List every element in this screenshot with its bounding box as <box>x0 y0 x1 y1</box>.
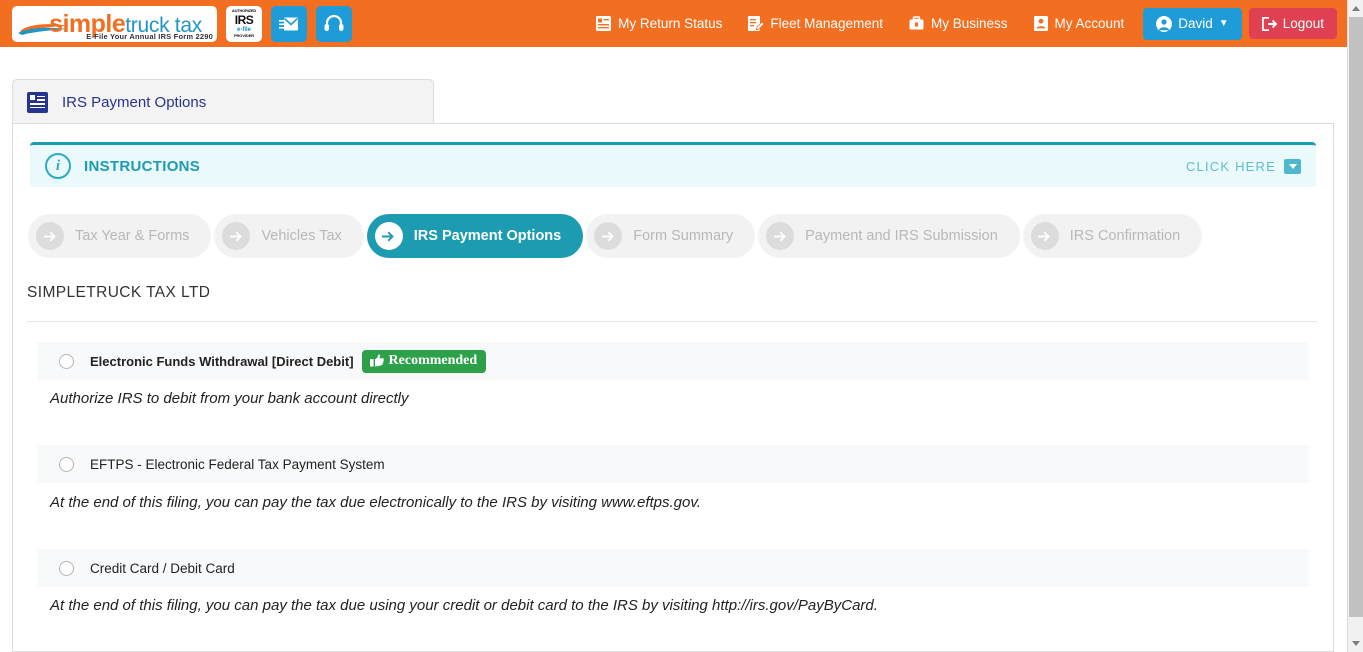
arrow-right-icon <box>766 222 795 250</box>
step-vehicles-tax[interactable]: Vehicles Tax <box>214 214 364 258</box>
info-icon: i <box>45 153 71 179</box>
nav-item-fleet-management[interactable]: Fleet Management <box>735 16 896 31</box>
nav-item-my-business[interactable]: My Business <box>896 16 1021 31</box>
arrow-right-icon <box>374 222 403 250</box>
step-label: Tax Year & Forms <box>75 228 190 244</box>
nav-label: My Account <box>1054 16 1125 31</box>
step-label: IRS Payment Options <box>413 228 562 244</box>
irs-badge-line4: PROVIDER <box>233 33 255 38</box>
document-list-icon <box>27 91 48 113</box>
instructions-title: INSTRUCTIONS <box>84 157 201 175</box>
logout-button[interactable]: Logout <box>1248 8 1337 39</box>
scroll-up-icon[interactable] <box>1348 0 1363 17</box>
top-navigation-bar: simpletruck tax E-File Your Annual IRS F… <box>0 0 1347 47</box>
arrow-right-icon <box>222 222 251 250</box>
chevron-down-icon[interactable] <box>1284 158 1301 174</box>
payment-option-label: EFTPS - Electronic Federal Tax Payment S… <box>90 456 385 472</box>
envelope-icon <box>279 17 299 30</box>
step-payment-and-irs-submission[interactable]: Payment and IRS Submission <box>758 214 1020 258</box>
list-card-icon <box>596 16 612 31</box>
headset-icon <box>324 15 344 31</box>
page-scrollbar[interactable] <box>1347 0 1363 652</box>
chevron-down-icon: ▼ <box>1218 18 1229 29</box>
step-label: Vehicles Tax <box>261 228 342 244</box>
tab-irs-payment-options[interactable]: IRS Payment Options <box>12 79 434 124</box>
radio-eftps[interactable] <box>59 456 74 472</box>
irs-authorized-efile-provider-badge: AUTHORIZED IRS e-file PROVIDER <box>226 5 262 42</box>
top-nav-right-group: My Return Status Fleet Management My Bus… <box>583 7 1347 40</box>
tab-label: IRS Payment Options <box>62 93 207 111</box>
envelope-icon-button[interactable] <box>271 5 307 42</box>
step-label: IRS Confirmation <box>1069 228 1181 244</box>
click-here-label: CLICK HERE <box>1185 158 1276 174</box>
step-form-summary[interactable]: Form Summary <box>586 214 756 258</box>
thumbs-up-icon <box>369 354 384 367</box>
user-menu-button[interactable]: David ▼ <box>1143 7 1242 40</box>
recommended-badge-label: Recommended <box>388 352 478 368</box>
instructions-click-here-toggle[interactable]: CLICK HERE <box>1185 158 1301 174</box>
divider <box>27 321 1317 322</box>
instructions-panel[interactable]: i INSTRUCTIONS CLICK HERE <box>30 142 1316 187</box>
radio-credit-debit-card[interactable] <box>59 560 74 576</box>
step-irs-confirmation[interactable]: IRS Confirmation <box>1022 214 1203 258</box>
support-headset-icon-button[interactable] <box>316 5 352 42</box>
logout-icon <box>1261 16 1277 31</box>
logout-label: Logout <box>1282 16 1324 31</box>
scrollbar-thumb[interactable] <box>1349 17 1363 617</box>
step-label: Form Summary <box>633 228 734 244</box>
user-menu-label: David <box>1178 16 1213 31</box>
payment-option-row-eftps[interactable]: EFTPS - Electronic Federal Tax Payment S… <box>37 445 1309 483</box>
payment-option-row-credit-card[interactable]: Credit Card / Debit Card <box>37 549 1309 587</box>
payment-option-description-eft: Authorize IRS to debit from your bank ac… <box>50 390 409 407</box>
company-name: SIMPLETRUCK TAX LTD <box>27 284 211 301</box>
step-tax-year-and-forms[interactable]: Tax Year & Forms <box>28 214 212 258</box>
recommended-badge: Recommended <box>361 349 487 373</box>
arrow-right-icon <box>36 222 64 250</box>
step-irs-payment-options[interactable]: IRS Payment Options <box>366 214 584 258</box>
arrow-right-icon <box>1030 222 1059 250</box>
edit-document-icon <box>748 16 764 31</box>
nav-label: My Return Status <box>618 16 723 31</box>
irs-badge-line2: IRS <box>234 13 254 27</box>
step-label: Payment and IRS Submission <box>805 228 998 244</box>
payment-option-description-credit-card: At the end of this filing, you can pay t… <box>50 597 878 614</box>
nav-label: My Business <box>930 16 1008 31</box>
payment-option-row-eft[interactable]: Electronic Funds Withdrawal [Direct Debi… <box>37 342 1309 380</box>
logo-tagline: E-File Your Annual IRS Form 2290 <box>86 31 213 41</box>
nav-item-my-return-status[interactable]: My Return Status <box>583 16 735 31</box>
payment-option-description-eftps: At the end of this filing, you can pay t… <box>50 494 701 511</box>
radio-electronic-funds-withdrawal[interactable] <box>59 353 74 369</box>
payment-option-label: Credit Card / Debit Card <box>90 560 235 576</box>
user-circle-icon <box>1156 15 1173 32</box>
progress-stepper: Tax Year & Forms Vehicles Tax IRS Paymen… <box>28 214 1205 258</box>
tab-strip: IRS Payment Options <box>12 79 1334 124</box>
payment-option-label: Electronic Funds Withdrawal [Direct Debi… <box>90 353 354 369</box>
user-card-icon <box>1033 16 1048 31</box>
main-content-card: i INSTRUCTIONS CLICK HERE Tax Year & For… <box>12 123 1334 652</box>
brand-logo[interactable]: simpletruck tax E-File Your Annual IRS F… <box>12 5 217 42</box>
arrow-right-icon <box>594 222 623 250</box>
nav-item-my-account[interactable]: My Account <box>1021 16 1138 31</box>
nav-label: Fleet Management <box>770 16 883 31</box>
briefcase-icon <box>909 16 924 30</box>
scroll-down-icon[interactable] <box>1348 635 1363 652</box>
